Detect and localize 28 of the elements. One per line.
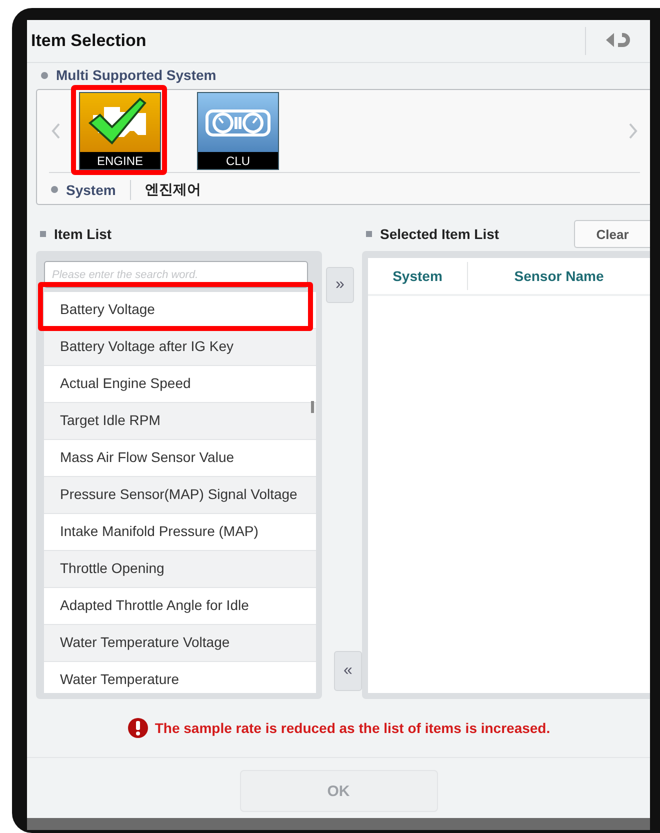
- list-item[interactable]: Battery Voltage after IG Key: [44, 329, 316, 366]
- warning-message: The sample rate is reduced as the list of items is increased.: [154, 720, 550, 736]
- system-tile[interactable]: ENGINE: [79, 92, 161, 170]
- add-button[interactable]: »: [326, 267, 354, 303]
- list-item[interactable]: Pressure Sensor(MAP) Signal Voltage: [44, 477, 316, 514]
- window-title: Item Selection: [31, 31, 148, 51]
- list-item[interactable]: Water Temperature: [44, 662, 316, 693]
- warning-icon: [126, 717, 149, 739]
- bullet-icon: [51, 186, 58, 193]
- column-header: System: [368, 262, 468, 290]
- section-label: Multi Supported System: [56, 67, 216, 83]
- tile-label: ENGINE: [80, 152, 160, 169]
- bullet-icon: [366, 231, 372, 237]
- system-tile[interactable]: CLU: [197, 92, 279, 170]
- list-item[interactable]: Target Idle RPM: [44, 403, 316, 440]
- bullet-icon: [41, 72, 48, 78]
- system-label: System: [66, 182, 116, 198]
- clear-button[interactable]: Clear: [574, 220, 650, 248]
- column-header: Sensor Name: [513, 267, 605, 286]
- selected-list-heading: Selected Item List: [380, 226, 500, 242]
- remove-button[interactable]: «: [334, 651, 362, 691]
- list-item[interactable]: Throttle Opening: [44, 551, 316, 588]
- scrollbar: [311, 401, 314, 413]
- system-value: 엔진제어: [144, 180, 201, 198]
- item-list-heading: Item List: [54, 226, 112, 242]
- bullet-icon: [40, 231, 46, 237]
- tile-label: CLU: [198, 152, 278, 169]
- list-item[interactable]: Water Temperature Voltage: [44, 625, 316, 662]
